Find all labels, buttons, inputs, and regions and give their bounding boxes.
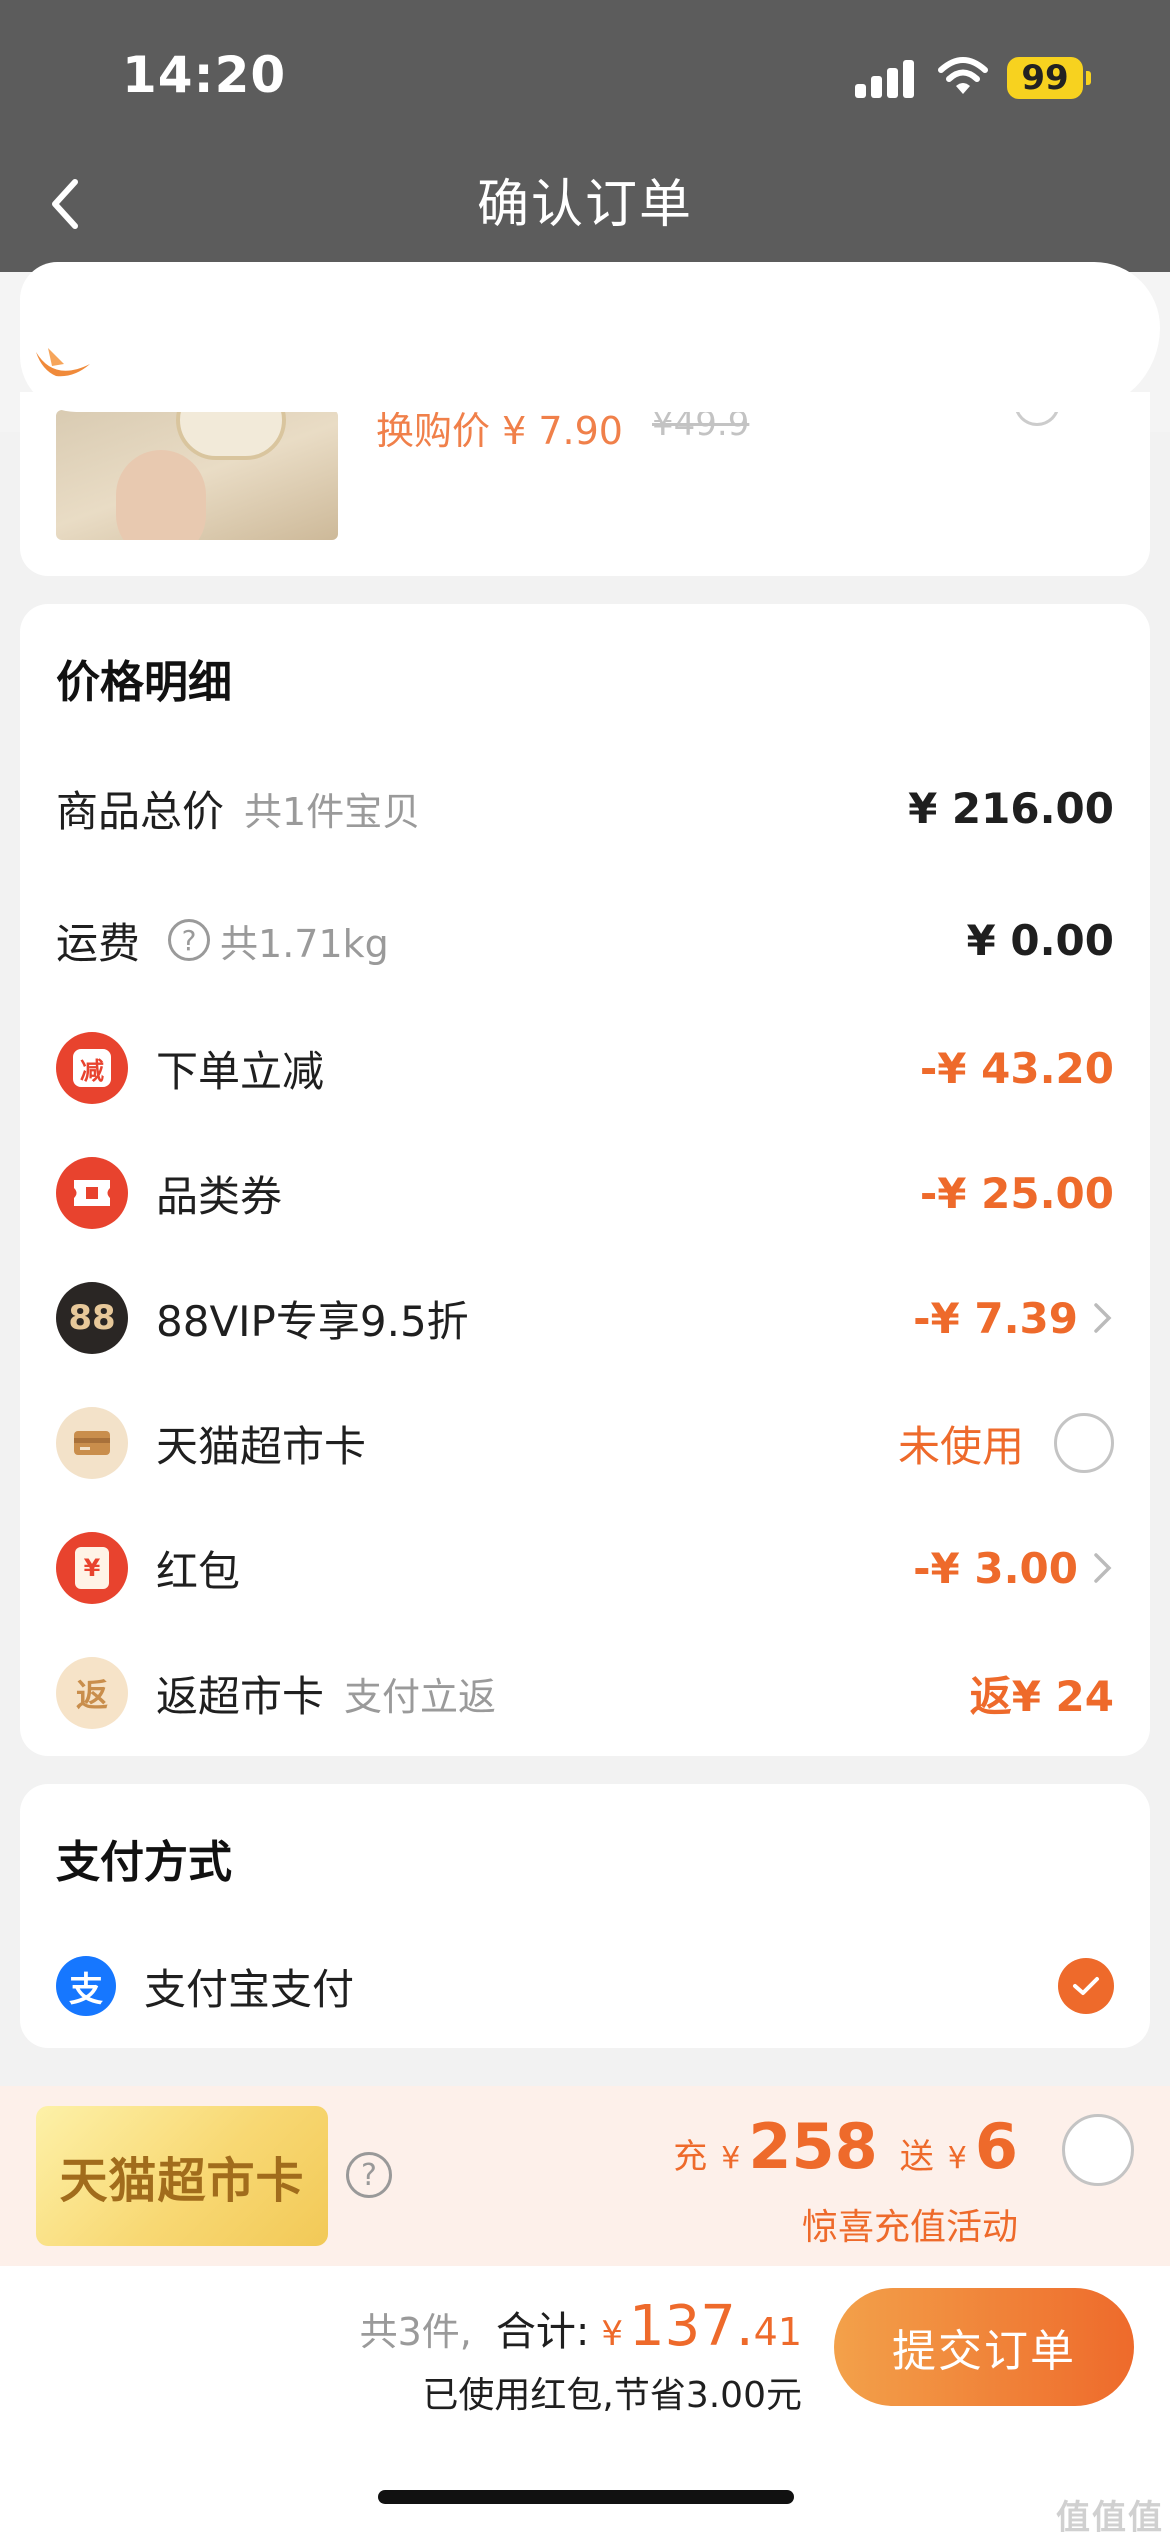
promo-bonus-currency: ¥ — [947, 2141, 967, 2176]
row-88vip[interactable]: 88 88VIP专享9.5折 -¥ 7.39 — [56, 1278, 1114, 1358]
row-goods-total: 商品总价 共1件宝贝 ¥ 216.00 — [56, 768, 1114, 848]
cashback-sub: 支付立返 — [344, 1674, 497, 1719]
market-card-status: 未使用 — [897, 1421, 1024, 1471]
savings-note: 已使用红包,节省3.00元 — [422, 2375, 802, 2416]
row-instant-discount: 减 下单立减 -¥ 43.20 — [56, 1028, 1114, 1108]
promo-bonus-amount: 6 — [974, 2110, 1018, 2183]
total-label: 合计: — [495, 2309, 590, 2355]
top-header: 14:20 99 确认订单 — [0, 0, 1170, 272]
price-detail-card: 价格明细 商品总价 共1件宝贝 ¥ 216.00 运费 ? 共1.71kg ¥ … — [20, 604, 1150, 1756]
coupon-icon — [56, 1157, 128, 1229]
shop-logo-icon — [36, 348, 90, 377]
red-packet-label: 红包 — [156, 1546, 241, 1596]
payment-title: 支付方式 — [56, 1837, 232, 1888]
item-count: 共3件, — [359, 2310, 472, 2354]
watermark: 值值值 — [1056, 2498, 1164, 2532]
product-thumbnail[interactable] — [56, 410, 338, 540]
goods-total-label: 商品总价 — [56, 786, 225, 836]
coupon-ticket-icon — [74, 1180, 110, 1206]
promo-caption: 惊喜充值活动 — [801, 2207, 1018, 2248]
thumbnail-jar — [176, 410, 286, 460]
category-coupon-value: -¥ 25.00 — [919, 1168, 1114, 1218]
total-amount-int: 137. — [628, 2294, 754, 2359]
market-card-label: 天猫超市卡 — [156, 1421, 367, 1471]
row-red-packet[interactable]: ¥ 红包 -¥ 3.00 — [56, 1528, 1114, 1608]
promo-help-icon[interactable]: ? — [346, 2152, 392, 2198]
cashback-label: 返超市卡 — [156, 1671, 325, 1721]
help-icon[interactable]: ? — [168, 919, 211, 961]
red-packet-glyph: ¥ — [75, 1547, 109, 1589]
category-coupon-label: 品类券 — [156, 1171, 283, 1221]
row-shipping: 运费 ? 共1.71kg ¥ 0.00 — [56, 900, 1114, 980]
alipay-label: 支付宝支付 — [144, 1964, 355, 2014]
promo-select-radio[interactable] — [1062, 2114, 1134, 2186]
promo-charge-currency: ¥ — [721, 2141, 741, 2176]
promo-charge-label: 充 — [673, 2137, 708, 2177]
row-cashback-card: 返 返超市卡 支付立返 返¥ 24 — [56, 1653, 1114, 1733]
price-detail-title: 价格明细 — [56, 657, 232, 708]
instant-discount-value: -¥ 43.20 — [919, 1043, 1114, 1093]
promo-bonus-label: 送 — [899, 2137, 934, 2177]
market-card-icon — [56, 1407, 128, 1479]
chevron-right-icon — [1094, 1303, 1112, 1333]
wifi-icon — [938, 57, 988, 94]
payment-card: 支付方式 支 支付宝支付 — [20, 1784, 1150, 2048]
goods-count: 共1件宝贝 — [244, 789, 421, 834]
card-icon — [74, 1431, 110, 1455]
market-card-radio[interactable] — [1054, 1413, 1114, 1473]
vip-value: -¥ 7.39 — [913, 1293, 1078, 1343]
discount-icon: 减 — [56, 1032, 128, 1104]
alipay-selected-radio[interactable] — [1058, 1958, 1114, 2014]
shipping-label: 运费 — [56, 918, 141, 968]
tmall-market-card-badge[interactable]: 天猫超市卡 — [36, 2106, 328, 2246]
page-title: 确认订单 — [476, 175, 693, 235]
order-total: 共3件, 合计: ¥ 137. 41 — [360, 2294, 802, 2359]
status-time: 14:20 — [122, 46, 287, 104]
red-packet-value: -¥ 3.00 — [913, 1543, 1078, 1593]
promo-charge-amount: 258 — [748, 2110, 878, 2183]
cashback-value: 返¥ 24 — [969, 1671, 1114, 1721]
total-amount-dec: 41 — [753, 2310, 802, 2354]
vip-label: 88VIP专享9.5折 — [156, 1296, 469, 1346]
battery-tip — [1086, 71, 1091, 85]
cellular-signal-icon — [855, 58, 915, 98]
row-category-coupon[interactable]: 品类券 -¥ 25.00 — [56, 1153, 1114, 1233]
submit-order-button[interactable]: 提交订单 — [834, 2288, 1134, 2406]
thumbnail-hand — [116, 450, 206, 540]
shipping-weight: 共1.71kg — [220, 921, 389, 966]
shipping-value: ¥ 0.00 — [966, 915, 1114, 965]
chevron-right-icon — [1094, 1553, 1112, 1583]
discount-icon-glyph: 减 — [73, 1049, 111, 1087]
red-packet-icon: ¥ — [56, 1532, 128, 1604]
battery-icon: 99 — [1007, 57, 1083, 99]
promo-offer: 充 ¥ 258 送 ¥ 6 — [673, 2110, 1018, 2183]
instant-discount-label: 下单立减 — [156, 1046, 325, 1096]
payment-option-alipay[interactable]: 支 支付宝支付 — [56, 1946, 1114, 2026]
goods-total-value: ¥ 216.00 — [908, 783, 1114, 833]
return-icon: 返 — [56, 1657, 128, 1729]
vip-88-icon: 88 — [56, 1282, 128, 1354]
total-currency: ¥ — [601, 2314, 623, 2354]
home-indicator[interactable] — [378, 2490, 794, 2504]
row-market-card[interactable]: 天猫超市卡 未使用 — [56, 1403, 1114, 1483]
checkmark-icon — [1073, 1977, 1099, 1995]
redaction-overlay — [20, 262, 1160, 412]
alipay-icon: 支 — [56, 1956, 116, 2016]
